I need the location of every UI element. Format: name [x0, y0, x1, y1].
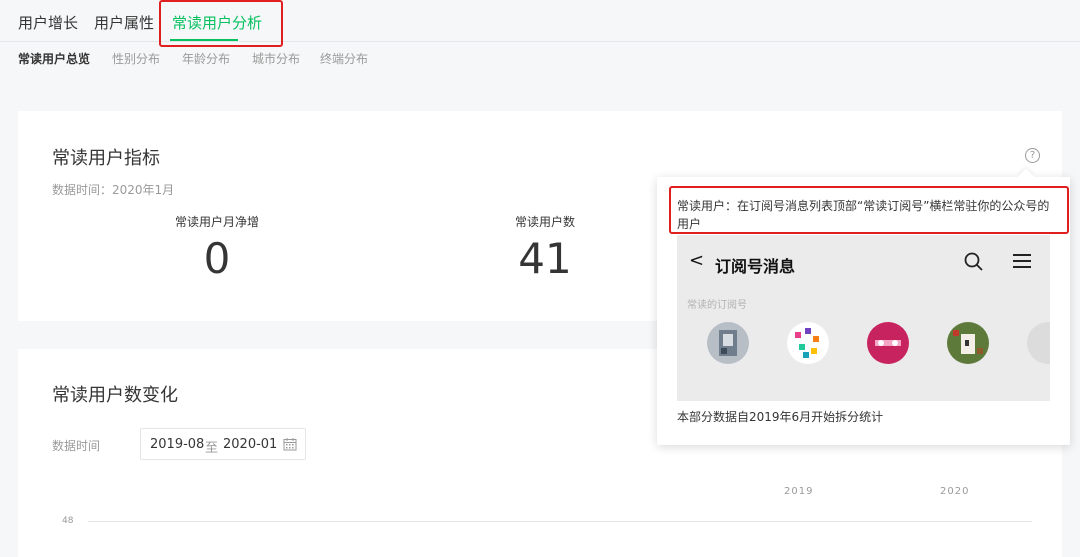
help-tooltip: 常读用户：在订阅号消息列表顶部“常读订阅号”横栏常驻你的公众号的用户 < 订阅号…	[657, 168, 1070, 445]
help-icon[interactable]: ?	[1025, 148, 1040, 163]
avatar	[707, 322, 749, 364]
highlight-box-tab	[159, 0, 283, 47]
metric-value: 41	[518, 234, 572, 283]
date-range-picker[interactable]: 2019-08 至 2020-01	[140, 428, 306, 460]
metrics-card-title: 常读用户指标	[52, 148, 160, 169]
back-icon: <	[689, 250, 705, 271]
tab-user-attributes[interactable]: 用户属性	[94, 12, 154, 33]
search-icon	[964, 252, 983, 271]
metric-value: 0	[203, 234, 231, 283]
axis-year-label: 2020	[940, 486, 970, 497]
avatar	[867, 322, 909, 364]
metric-label: 常读用户数	[514, 215, 575, 229]
avatar	[787, 322, 829, 364]
date-filter-label: 数据时间	[52, 439, 101, 453]
avatar	[1027, 322, 1050, 364]
preview-title: 订阅号消息	[715, 257, 796, 276]
sub-tab-gender[interactable]: 性别分布	[112, 50, 160, 67]
date-separator: 至	[205, 441, 219, 456]
sub-tab-overview[interactable]: 常读用户总览	[18, 50, 90, 67]
trend-card-title: 常读用户数变化	[52, 385, 178, 406]
tab-user-growth[interactable]: 用户增长	[18, 12, 78, 33]
grid-line	[88, 521, 1032, 522]
calendar-icon[interactable]	[283, 437, 297, 451]
sub-tab-device[interactable]: 终端分布	[320, 50, 368, 67]
metric-label: 常读用户月净增	[174, 215, 259, 229]
sub-tab-city[interactable]: 城市分布	[252, 50, 300, 67]
date-start[interactable]: 2019-08	[150, 437, 204, 452]
preview-section-label: 常读的订阅号	[687, 300, 747, 311]
menu-icon	[1013, 254, 1031, 268]
axis-year-label: 2019	[784, 486, 814, 497]
tooltip-footer: 本部分数据自2019年6月开始拆分统计	[677, 410, 884, 424]
subscription-messages-preview: < 订阅号消息 常读的订阅号	[677, 235, 1050, 401]
y-axis-tick: 48	[62, 516, 74, 526]
metrics-data-time: 数据时间：2020年1月	[52, 183, 175, 197]
metric-frequent-readers: 常读用户数 41	[425, 213, 665, 282]
sub-tab-age[interactable]: 年龄分布	[182, 50, 230, 67]
highlight-box-description	[669, 186, 1069, 234]
avatar	[947, 322, 989, 364]
metric-monthly-net-increase: 常读用户月净增 0	[97, 213, 337, 282]
date-end[interactable]: 2020-01	[223, 437, 277, 452]
